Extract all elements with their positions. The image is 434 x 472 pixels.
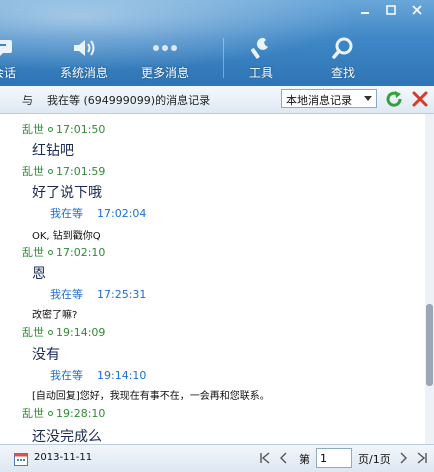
message-time: 17:01:59 [56, 165, 106, 178]
toolbar-system-messages-button[interactable]: 系统消息 [60, 34, 108, 84]
sender-name: 乱世 [22, 407, 44, 420]
toolbar-tools-button[interactable]: 工具 [249, 34, 273, 84]
history-header: 与 我在等 (694999099)的消息记录 本地消息记录 [0, 86, 434, 114]
toolbar-more-messages-button[interactable]: 更多消息 [141, 34, 189, 84]
more-icon [152, 34, 178, 62]
message-time: 17:01:50 [56, 123, 106, 136]
calendar-button[interactable] [14, 451, 28, 466]
minimize-icon [361, 12, 369, 14]
chevron-right-icon [400, 452, 407, 464]
delete-icon [412, 91, 428, 107]
message-list[interactable]: 乱世 17:01:50 红钻吧 乱世 17:01:59 好了说下哦 我在等 17:0… [0, 114, 425, 444]
message-text: 好了说下哦 [32, 185, 102, 201]
message-text: 恩 [32, 266, 46, 282]
prev-page-button[interactable] [277, 450, 291, 466]
status-dot-icon [48, 411, 53, 416]
first-page-button[interactable] [258, 450, 272, 466]
vertical-scrollbar[interactable] [425, 114, 434, 444]
speaker-icon [71, 34, 97, 62]
refresh-button[interactable] [384, 89, 404, 109]
status-dot-icon [48, 169, 53, 174]
message-time: 17:02:04 [97, 207, 147, 220]
message-meta: 乱世 17:02:10 [22, 244, 105, 260]
pagination-bar: 2013-11-11 第 页/1页 [0, 444, 434, 472]
selected-date[interactable]: 2013-11-11 [34, 452, 92, 463]
last-page-icon [417, 452, 427, 464]
message-text: 红钻吧 [32, 143, 74, 159]
message-meta: 我在等 19:14:10 [50, 367, 146, 383]
sender-name: 乱世 [22, 246, 44, 259]
history-title: 与 我在等 (694999099)的消息记录 [22, 92, 210, 108]
sender-name: 乱世 [22, 326, 44, 339]
chat-icon [0, 34, 15, 62]
message-time: 19:14:10 [97, 369, 147, 382]
title-contact: 我在等 [47, 94, 80, 107]
message-time: 19:14:09 [56, 326, 106, 339]
toolbar-system-messages-label: 系统消息 [60, 66, 109, 80]
calendar-icon [14, 453, 28, 466]
scrollbar-thumb[interactable] [426, 304, 433, 386]
message-meta: 乱世 19:28:10 [22, 405, 105, 421]
page-label-suffix: 页/1页 [358, 453, 391, 466]
toolbar-chat-button[interactable]: 会话 [0, 34, 16, 84]
message-meta: 乱世 17:01:59 [22, 163, 105, 179]
sender-name: 乱世 [22, 123, 44, 136]
minimize-button[interactable] [352, 0, 378, 20]
refresh-icon [386, 91, 402, 107]
main-toolbar: 会话 系统消息 更多消息 工具 查找 [0, 0, 434, 86]
message-meta: 我在等 17:02:04 [50, 205, 146, 221]
toolbar-search-label: 查找 [331, 66, 356, 80]
source-select-value: 本地消息记录 [286, 94, 352, 107]
source-select[interactable]: 本地消息记录 [281, 89, 377, 108]
message-meta: 乱世 17:01:50 [22, 121, 105, 137]
sender-name: 我在等 [50, 288, 83, 301]
message-time: 17:02:10 [56, 246, 106, 259]
toolbar-chat-label: 会话 [0, 66, 17, 80]
title-prefix: 与 [22, 94, 33, 107]
page-number-input[interactable] [316, 448, 352, 468]
toolbar-tools-label: 工具 [249, 66, 274, 80]
page-label-prefix: 第 [299, 453, 310, 466]
last-page-button[interactable] [415, 450, 429, 466]
message-text: 还没完成么 [32, 429, 102, 444]
sender-name: 乱世 [22, 165, 44, 178]
close-icon [412, 5, 422, 15]
toolbar-search-button[interactable]: 查找 [331, 34, 355, 84]
message-time: 19:28:10 [56, 407, 106, 420]
message-text: 没有 [32, 347, 60, 363]
chevron-down-icon [364, 96, 372, 101]
message-meta: 乱世 19:14:09 [22, 324, 105, 340]
status-dot-icon [48, 250, 53, 255]
chevron-left-icon [280, 452, 287, 464]
message-text: OK, 钻到戳你Q [32, 231, 101, 242]
sender-name: 我在等 [50, 207, 83, 220]
maximize-icon [386, 5, 396, 15]
message-time: 17:25:31 [97, 288, 147, 301]
toolbar-separator [223, 38, 224, 78]
message-meta: 我在等 17:25:31 [50, 286, 146, 302]
title-contact-id: (694999099)的消息记录 [83, 94, 211, 107]
message-text: 改密了嘛? [32, 310, 78, 321]
first-page-icon [260, 452, 270, 464]
delete-button[interactable] [410, 89, 430, 109]
maximize-button[interactable] [378, 0, 404, 20]
message-text: [自动回复]您好，我现在有事不在，一会再和您联系。 [32, 391, 270, 402]
next-page-button[interactable] [396, 450, 410, 466]
status-dot-icon [48, 330, 53, 335]
close-button[interactable] [404, 0, 430, 20]
wrench-icon [250, 34, 272, 62]
sender-name: 我在等 [50, 369, 83, 382]
window-controls [352, 0, 430, 20]
search-icon [331, 34, 355, 62]
status-dot-icon [48, 127, 53, 132]
toolbar-more-messages-label: 更多消息 [141, 66, 190, 80]
